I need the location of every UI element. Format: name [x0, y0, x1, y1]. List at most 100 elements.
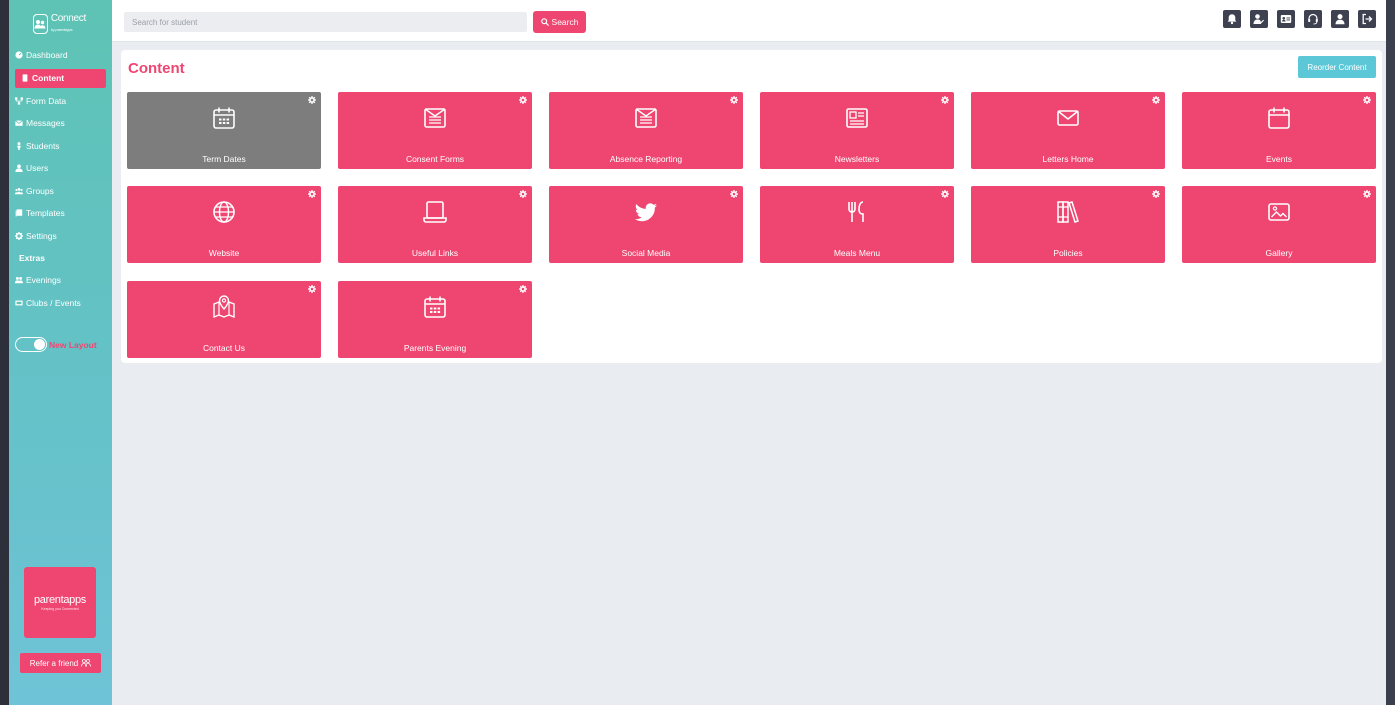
toggle-knob — [34, 339, 45, 350]
gear-icon[interactable] — [941, 190, 949, 198]
tile-events[interactable]: Events — [1182, 92, 1376, 169]
gear-icon[interactable] — [519, 190, 527, 198]
tile-label: Social Media — [621, 248, 671, 258]
content-panel: Content Reorder Content Term Dates Consen… — [121, 50, 1382, 363]
new-layout-toggle[interactable] — [15, 337, 47, 352]
gear-icon[interactable] — [1152, 96, 1160, 104]
gear-icon[interactable] — [730, 190, 738, 198]
sidebar-item-messages[interactable]: Messages — [9, 112, 112, 135]
tile-label: Gallery — [1265, 248, 1293, 258]
top-bar: Search — [112, 0, 1386, 42]
tile-term-dates[interactable]: Term Dates — [127, 92, 321, 169]
gear-icon — [15, 231, 23, 240]
gear-icon[interactable] — [730, 96, 738, 104]
gear-icon[interactable] — [519, 96, 527, 104]
sidebar-item-dashboard[interactable]: Dashboard — [9, 44, 112, 67]
tile-useful-links[interactable]: Useful Links — [338, 186, 532, 263]
app-logo[interactable]: Connect by parentapps — [33, 13, 86, 35]
parentapps-tagline: Keeping you Connected — [41, 607, 79, 611]
tile-label: Term Dates — [202, 154, 246, 164]
twitter-icon — [635, 203, 657, 222]
tile-consent-forms[interactable]: Consent Forms — [338, 92, 532, 169]
logout-icon — [1362, 13, 1373, 25]
logo-mark-icon — [33, 14, 48, 34]
friends-icon — [81, 659, 92, 667]
tile-meals-menu[interactable]: Meals Menu — [760, 186, 954, 263]
globe-icon — [213, 201, 235, 223]
tile-newsletters[interactable]: Newsletters — [760, 92, 954, 169]
sidebar-item-evenings[interactable]: Evenings — [9, 269, 112, 292]
search-button-label: Search — [551, 17, 579, 27]
evenings-icon — [15, 277, 23, 284]
sidebar-item-groups[interactable]: Groups — [9, 180, 112, 203]
gear-icon[interactable] — [941, 96, 949, 104]
reorder-content-button[interactable]: Reorder Content — [1298, 56, 1376, 78]
notifications-button[interactable] — [1223, 10, 1241, 28]
tile-label: Policies — [1053, 248, 1083, 258]
sidebar-item-label: Groups — [26, 185, 54, 196]
gear-icon[interactable] — [308, 285, 316, 293]
tile-website[interactable]: Website — [127, 186, 321, 263]
refer-a-friend-button[interactable]: Refer a friend — [20, 653, 101, 673]
gear-icon[interactable] — [308, 96, 316, 104]
gear-icon[interactable] — [308, 190, 316, 198]
edit-user-button[interactable] — [1250, 10, 1268, 28]
parentapps-banner[interactable]: parentapps Keeping you Connected — [24, 567, 96, 638]
logout-button[interactable] — [1358, 10, 1376, 28]
laptop-icon — [423, 201, 447, 223]
support-button[interactable] — [1304, 10, 1322, 28]
parentapps-brand: parentapps — [33, 594, 87, 606]
gear-icon[interactable] — [1152, 190, 1160, 198]
window-frame-right — [1386, 0, 1395, 705]
tile-label: Parents Evening — [403, 343, 467, 353]
tile-absence-reporting[interactable]: Absence Reporting — [549, 92, 743, 169]
clubs-icon — [15, 300, 23, 306]
tile-label: Contact Us — [202, 343, 246, 353]
tile-contact-us[interactable]: Contact Us — [127, 281, 321, 358]
sidebar-nav: Dashboard Content Form Data Messages Stu… — [9, 44, 112, 314]
window-frame-left — [0, 0, 9, 705]
sidebar-item-label: Dashboard — [26, 50, 68, 61]
sidebar-item-form-data[interactable]: Form Data — [9, 90, 112, 113]
envelope-icon — [1057, 110, 1079, 126]
gear-icon[interactable] — [1363, 96, 1371, 104]
new-layout-label: New Layout — [49, 339, 97, 350]
search-icon — [540, 18, 549, 26]
calendar-icon — [213, 107, 235, 129]
sidebar-item-label: Evenings — [26, 275, 61, 286]
fork-knife-icon — [848, 201, 864, 222]
gear-icon[interactable] — [519, 285, 527, 293]
sidebar-item-settings[interactable]: Settings — [9, 225, 112, 248]
sidebar-item-label: Users — [26, 163, 49, 174]
search-button[interactable]: Search — [533, 11, 586, 33]
sidebar-item-students[interactable]: Students — [9, 135, 112, 158]
tile-gallery[interactable]: Gallery — [1182, 186, 1376, 263]
tile-label: Newsletters — [834, 154, 880, 164]
student-icon — [17, 141, 21, 150]
sidebar-item-label: Settings — [26, 230, 57, 241]
sidebar-item-users[interactable]: Users — [9, 157, 112, 180]
tile-policies[interactable]: Policies — [971, 186, 1165, 263]
id-card-button[interactable] — [1277, 10, 1295, 28]
user-edit-icon — [1253, 14, 1264, 24]
calendar-blank-icon — [1268, 107, 1290, 129]
student-search-input[interactable] — [124, 12, 527, 32]
sidebar-item-content[interactable]: Content — [15, 68, 106, 88]
sidebar-item-label: Clubs / Events — [26, 297, 81, 308]
refer-label: Refer a friend — [29, 658, 79, 668]
tile-social-media[interactable]: Social Media — [549, 186, 743, 263]
sidebar-item-templates[interactable]: Templates — [9, 202, 112, 225]
user-icon — [15, 164, 23, 173]
sidebar-item-clubs-events[interactable]: Clubs / Events — [9, 292, 112, 315]
tile-label: Absence Reporting — [609, 154, 683, 164]
books-icon — [1057, 201, 1079, 223]
sidebar-item-label: Templates — [26, 208, 65, 219]
top-icon-bar — [1223, 10, 1376, 28]
tile-letters-home[interactable]: Letters Home — [971, 92, 1165, 169]
sidebar-item-label: Students — [26, 140, 60, 151]
gear-icon[interactable] — [1363, 190, 1371, 198]
tile-parents-evening[interactable]: Parents Evening — [338, 281, 532, 358]
new-layout-toggle-row: New Layout — [15, 337, 97, 352]
profile-button[interactable] — [1331, 10, 1349, 28]
tile-label: Letters Home — [1042, 154, 1094, 164]
